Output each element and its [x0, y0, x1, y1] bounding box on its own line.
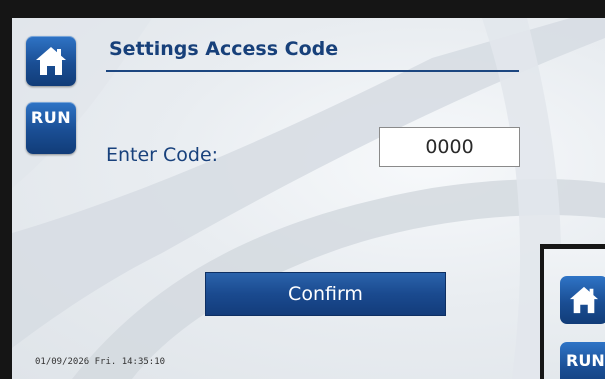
run-button-label: RUN — [30, 108, 72, 127]
datetime-readout: 01/09/2026 Fri. 14:35:10 — [35, 357, 166, 367]
home-button[interactable] — [26, 36, 76, 86]
background-swoosh — [12, 18, 605, 379]
access-code-input[interactable]: 0000 — [379, 127, 520, 167]
overlapping-panel: RUN — [540, 244, 605, 379]
hmi-screen: RUN Settings Access Code Enter Code: 000… — [0, 0, 605, 379]
home-icon — [569, 286, 599, 314]
confirm-button[interactable]: Confirm — [205, 272, 446, 316]
settings-panel: RUN Settings Access Code Enter Code: 000… — [12, 18, 605, 379]
title-divider — [106, 70, 519, 72]
overlapping-panel-content: RUN — [544, 249, 605, 379]
code-label: Enter Code: — [106, 144, 219, 166]
page-title: Settings Access Code — [109, 38, 339, 60]
home-icon — [36, 47, 66, 75]
overlay-home-button[interactable] — [560, 276, 605, 324]
run-button[interactable]: RUN — [26, 102, 76, 154]
overlay-run-button[interactable]: RUN — [560, 342, 605, 379]
